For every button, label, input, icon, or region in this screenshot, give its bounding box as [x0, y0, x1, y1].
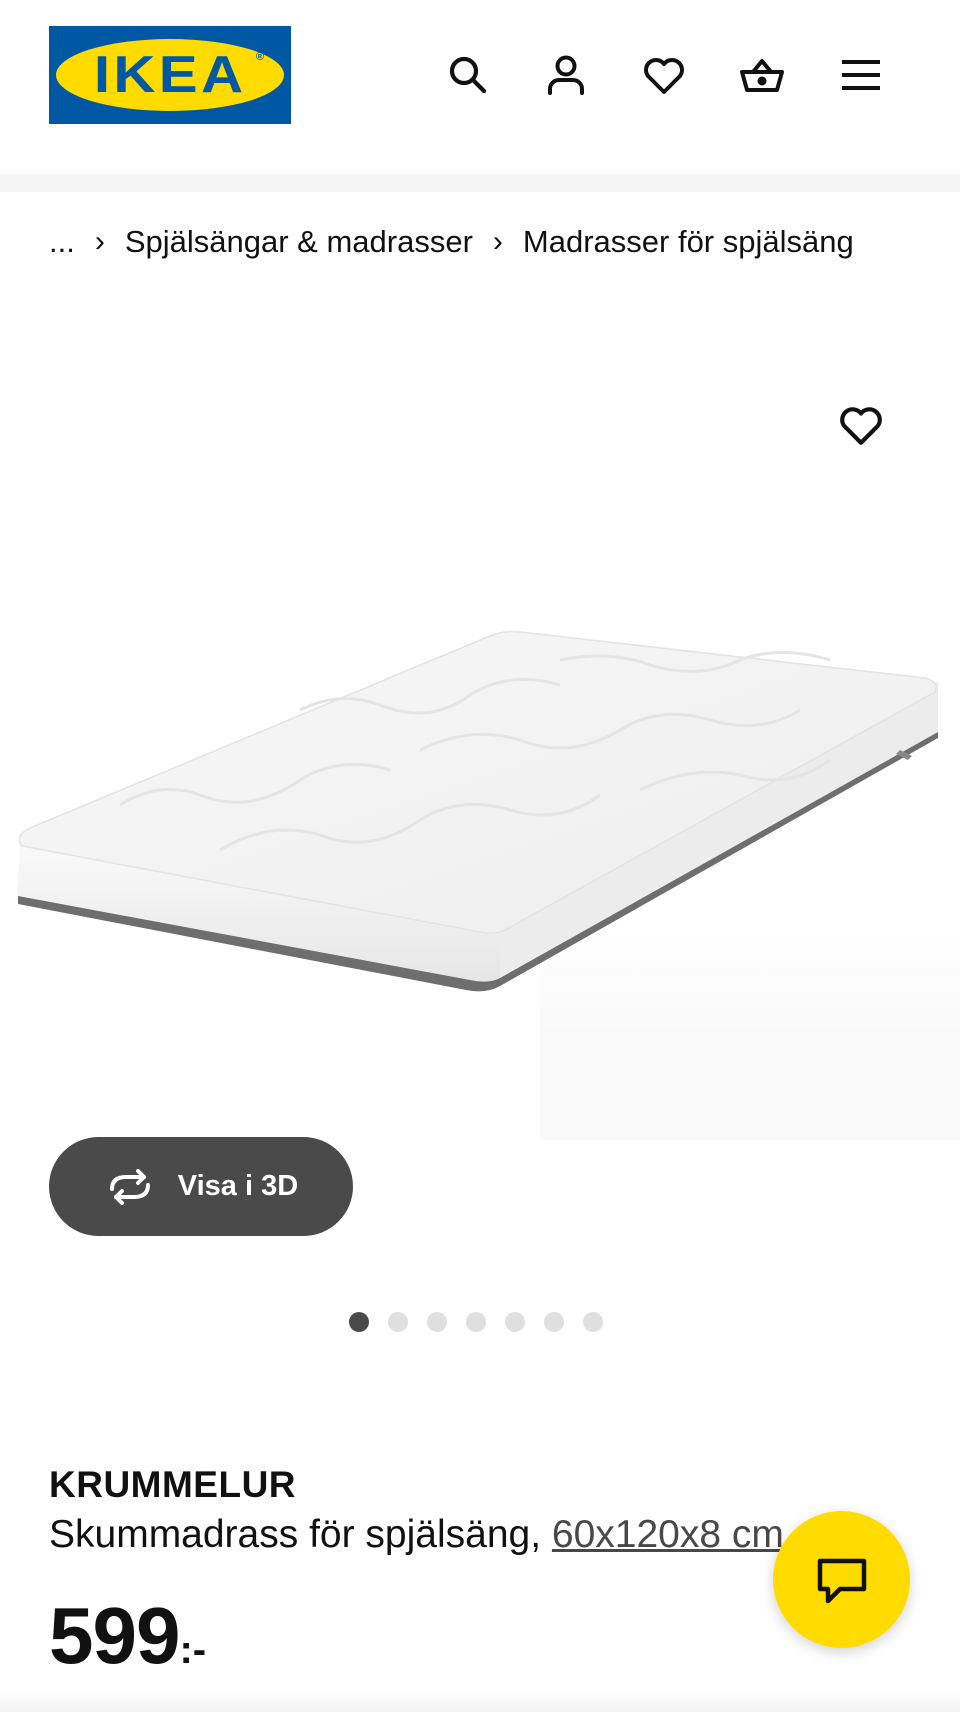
search-icon[interactable]	[443, 50, 493, 100]
chevron-right-icon: ›	[492, 225, 503, 258]
breadcrumb-item-crib-mattresses[interactable]: Madrasser för spjälsäng	[523, 224, 854, 260]
gallery-dot[interactable]	[544, 1312, 564, 1332]
cart-icon[interactable]	[737, 50, 787, 100]
breadcrumb: ... › Spjälsängar & madrasser › Madrasse…	[49, 222, 854, 262]
rotate-3d-icon	[109, 1168, 150, 1205]
view-3d-label: Visa i 3D	[177, 1170, 299, 1202]
price-suffix: :-	[179, 1628, 207, 1672]
gallery-dot[interactable]	[505, 1312, 525, 1332]
product-description: Skummadrass för spjälsäng, 60x120x8 cm	[49, 1513, 829, 1557]
site-header: IKEA ®	[0, 0, 960, 174]
logo-oval: IKEA ®	[56, 39, 284, 111]
chat-bubble-icon	[817, 1558, 866, 1603]
breadcrumb-ellipsis[interactable]: ...	[49, 224, 75, 260]
gallery-dot[interactable]	[466, 1312, 486, 1332]
gallery-dot[interactable]	[388, 1312, 408, 1332]
logo-registered-mark: ®	[255, 51, 264, 63]
product-price: 599 :-	[49, 1596, 206, 1676]
bottom-fade	[0, 1690, 960, 1712]
product-type: Skummadrass för spjälsäng,	[49, 1513, 542, 1556]
ikea-logo[interactable]: IKEA ®	[49, 26, 291, 124]
account-icon[interactable]	[541, 50, 591, 100]
favourites-icon[interactable]	[639, 50, 689, 100]
breadcrumb-item-cribs-mattresses[interactable]: Spjälsängar & madrasser	[125, 224, 473, 260]
gallery-dot[interactable]	[583, 1312, 603, 1332]
product-name: KRUMMELUR	[49, 1464, 297, 1505]
price-integer: 599	[49, 1591, 180, 1680]
logo-text: IKEA	[93, 46, 247, 104]
product-size-link[interactable]: 60x120x8 cm	[552, 1513, 784, 1556]
gallery-dot[interactable]	[349, 1312, 369, 1332]
product-image-mattress[interactable]	[0, 600, 960, 1020]
view-3d-button[interactable]: Visa i 3D	[49, 1137, 353, 1236]
gallery-dot[interactable]	[427, 1312, 447, 1332]
product-page: IKEA ® ... › Spjälsängar & madrasser › M…	[0, 0, 960, 1712]
gallery-pagination	[349, 1312, 603, 1332]
chevron-right-icon: ›	[94, 225, 105, 258]
header-divider	[0, 174, 960, 192]
menu-icon[interactable]	[836, 50, 886, 100]
chat-button[interactable]	[773, 1511, 910, 1648]
image-favourite-heart-icon[interactable]	[834, 398, 888, 452]
